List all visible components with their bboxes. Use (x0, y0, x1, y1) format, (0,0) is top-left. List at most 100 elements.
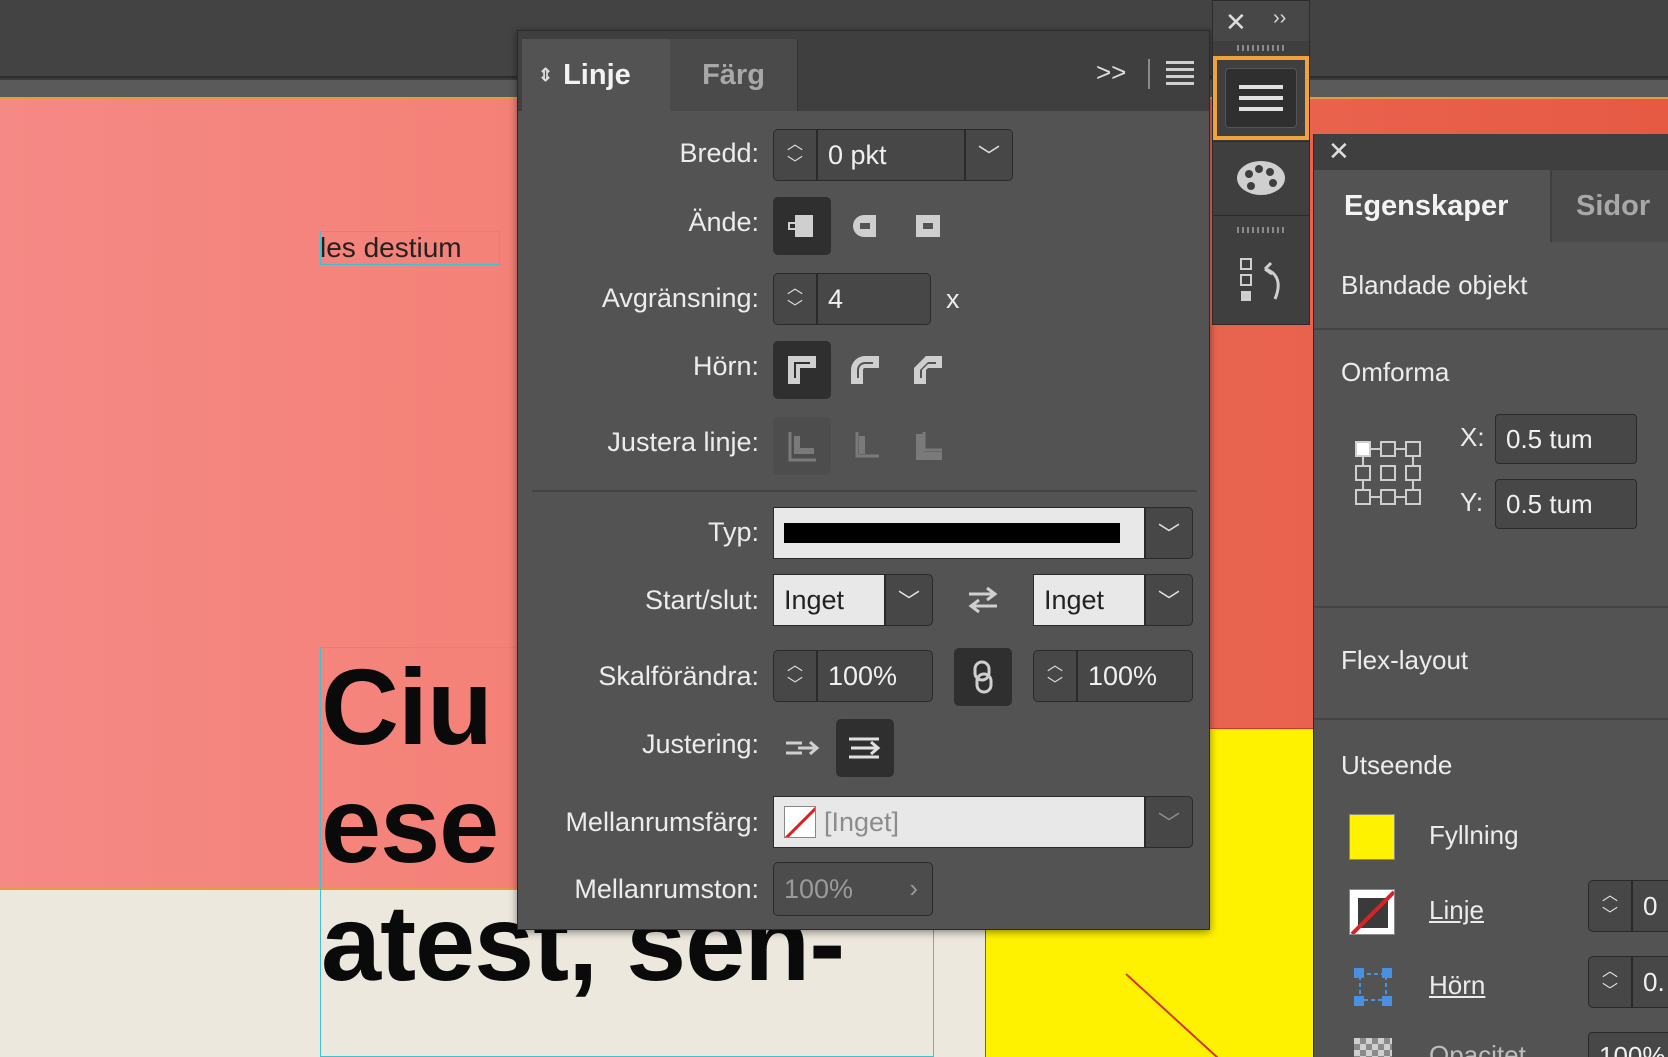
color-palette-icon (1237, 161, 1285, 195)
properties-separator-1 (1314, 328, 1668, 330)
stroke-panel: ⇕ Linje Färg >> Bredd: ︿ ﹀ 0 pkt ﹀ Ände: … (517, 30, 1210, 930)
align-outside-icon[interactable] (899, 417, 957, 475)
stroke-lines-icon (1225, 68, 1297, 128)
x-field[interactable]: 0.5 tum (1495, 414, 1637, 464)
corner-options-icon[interactable] (1352, 966, 1394, 1013)
reference-point-icon[interactable] (1354, 440, 1422, 511)
corner-stepper[interactable]: ︿ ﹀ (1588, 956, 1632, 1008)
flex-layout-title: Flex-layout (1341, 645, 1469, 675)
start-arrowhead-field[interactable]: Inget (773, 574, 885, 626)
align-center-icon[interactable] (773, 417, 831, 475)
miter-join-icon[interactable] (773, 341, 831, 399)
stroke-link[interactable]: Linje (1429, 895, 1484, 926)
corner-field[interactable]: 0. (1632, 956, 1668, 1008)
panel-dock: ✕ ›› (1212, 0, 1310, 325)
gap-tint-field[interactable]: 100% › (773, 862, 933, 916)
dock-stroke-button[interactable] (1213, 56, 1309, 140)
place-arrow-tip-icon[interactable] (836, 719, 894, 777)
y-label: Y: (1460, 487, 1484, 517)
dock-separator (1213, 141, 1309, 142)
sort-arrows-icon: ⇕ (538, 64, 554, 85)
swap-arrowheads-icon[interactable] (954, 571, 1012, 629)
weight-dropdown-chevron-icon[interactable]: ﹀ (965, 129, 1013, 181)
butt-cap-icon[interactable] (773, 197, 831, 255)
dock-expand-icon[interactable]: ›› (1273, 7, 1286, 30)
history-icon (1240, 258, 1280, 301)
opacity-field[interactable]: 100% (1588, 1032, 1668, 1057)
collapse-panel-icon[interactable]: >> (1096, 57, 1126, 88)
transform-title: Omforma (1341, 357, 1450, 387)
properties-tabbar: Egenskaper Sidor (1314, 170, 1668, 242)
bevel-join-icon[interactable] (899, 341, 957, 399)
tab-farg-label: Färg (702, 58, 765, 91)
properties-separator-3 (1314, 718, 1668, 720)
scale-end-stepper[interactable]: ︿ ﹀ (1033, 650, 1077, 702)
link-scale-icon[interactable] (954, 648, 1012, 706)
selection-type: Blandade objekt (1341, 270, 1528, 300)
type-label: Typ: (707, 517, 759, 547)
round-join-icon[interactable] (836, 341, 894, 399)
start-dropdown-chevron-icon[interactable]: ﹀ (885, 574, 933, 626)
y-field[interactable]: 0.5 tum (1495, 479, 1637, 529)
scale-start-stepper[interactable]: ︿ ﹀ (773, 650, 817, 702)
dock-grip-2[interactable] (1237, 227, 1287, 233)
scale-end-field[interactable]: 100% (1077, 650, 1193, 702)
alignment-label: Justering: (641, 729, 759, 759)
gap-color-label: Mellanrumsfärg: (565, 807, 759, 837)
corner-link[interactable]: Hörn (1429, 970, 1485, 1001)
miter-stepper[interactable]: ︿ ﹀ (773, 273, 817, 325)
miter-label: Avgränsning: (601, 283, 759, 313)
gap-color-field[interactable]: [Inget] (773, 796, 1145, 848)
tab-egenskaper[interactable]: Egenskaper (1314, 170, 1550, 242)
tab-linje[interactable]: ⇕ Linje (522, 39, 670, 111)
fill-swatch[interactable] (1349, 814, 1395, 860)
gap-tint-value: 100% (784, 873, 854, 904)
properties-close-icon[interactable]: ✕ (1328, 136, 1350, 167)
gap-color-value: [Inget] (824, 806, 900, 837)
miter-field[interactable]: 4 (817, 273, 931, 325)
gap-tint-label: Mellanrumston: (574, 874, 759, 904)
projecting-cap-icon[interactable] (899, 197, 957, 255)
round-cap-icon[interactable] (836, 197, 894, 255)
extend-arrow-tip-icon[interactable] (773, 719, 831, 777)
none-swatch-icon (784, 806, 816, 838)
weight-field[interactable]: 0 pkt (817, 129, 965, 181)
stroke-weight-stepper[interactable]: ︿ ﹀ (1588, 880, 1632, 932)
cap-label: Ände: (688, 207, 759, 237)
align-inside-icon[interactable] (836, 417, 894, 475)
dock-separator-2 (1213, 215, 1309, 216)
join-label: Hörn: (692, 351, 759, 381)
solid-line-preview (784, 523, 1120, 543)
appearance-title: Utseende (1341, 750, 1453, 780)
small-text: les destium (320, 232, 462, 263)
properties-header: ✕ (1314, 134, 1668, 170)
panel-menu-icon[interactable] (1166, 61, 1194, 89)
dock-header: ✕ ›› (1213, 1, 1309, 41)
dock-close-icon[interactable]: ✕ (1225, 7, 1247, 38)
stroke-panel-tabbar: ⇕ Linje Färg >> (518, 31, 1209, 111)
end-dropdown-chevron-icon[interactable]: ﹀ (1145, 574, 1193, 626)
dock-history-button[interactable] (1213, 241, 1309, 321)
dock-grip[interactable] (1237, 45, 1287, 51)
chevron-right-icon: › (909, 873, 918, 903)
weight-stepper[interactable]: ︿ ﹀ (773, 129, 817, 181)
gap-color-dropdown-chevron-icon[interactable]: ﹀ (1145, 796, 1193, 848)
tabbar-separator (1148, 59, 1150, 89)
section-divider (532, 490, 1197, 492)
tab-sidor[interactable]: Sidor (1552, 170, 1668, 242)
type-dropdown-chevron-icon[interactable]: ﹀ (1145, 507, 1193, 559)
dock-color-button[interactable] (1213, 143, 1309, 213)
end-arrowhead-field[interactable]: Inget (1033, 574, 1145, 626)
stroke-weight-field[interactable]: 0 (1632, 880, 1668, 932)
stroke-none-swatch-icon[interactable] (1349, 889, 1395, 935)
x-label: X: (1460, 422, 1485, 452)
properties-separator-2 (1314, 606, 1668, 608)
opacity-link[interactable]: Opacitet (1429, 1040, 1526, 1057)
stroke-type-field[interactable] (773, 507, 1145, 559)
scale-label: Skalförändra: (598, 661, 759, 691)
scale-start-field[interactable]: 100% (817, 650, 933, 702)
align-stroke-label: Justera linje: (607, 427, 759, 457)
fill-label: Fyllning (1429, 820, 1519, 850)
tab-linje-label: Linje (563, 58, 631, 91)
tab-farg[interactable]: Färg (670, 39, 798, 111)
